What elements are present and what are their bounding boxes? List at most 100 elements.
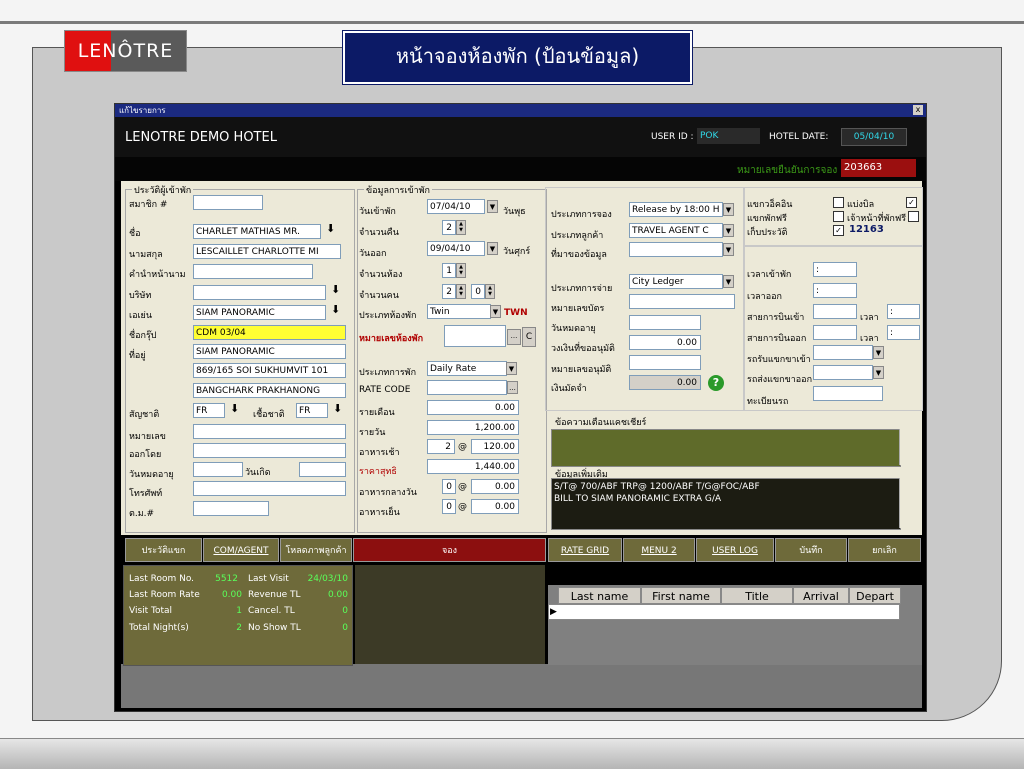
extra-info-textarea[interactable]: S/T@ 700/ABF TRP@ 1200/ABF T/G@FOC/ABF B…: [551, 478, 901, 530]
chevron-down-icon[interactable]: ▼: [723, 243, 734, 256]
rooms-input[interactable]: 1: [442, 263, 456, 278]
ratetype-select[interactable]: Daily Rate: [427, 361, 507, 376]
dropoff-select[interactable]: [813, 365, 873, 380]
chevron-down-icon[interactable]: ▼: [723, 203, 734, 216]
daily-input[interactable]: 1,200.00: [427, 420, 519, 435]
chevron-down-icon[interactable]: ▼: [873, 346, 884, 359]
walkin-checkbox[interactable]: [833, 197, 844, 208]
pickup-select[interactable]: [813, 345, 873, 360]
chevron-down-icon[interactable]: ▼: [873, 366, 884, 379]
plate-input[interactable]: [813, 386, 883, 401]
com-agent-button[interactable]: COM/AGENT: [203, 538, 279, 562]
custtype-select[interactable]: TRAVEL AGENT C: [629, 223, 723, 238]
table-row[interactable]: ▶: [548, 604, 900, 620]
help-icon[interactable]: ?: [708, 375, 724, 391]
arrival-time-input[interactable]: :: [813, 262, 857, 277]
firstname-input[interactable]: CHARLET MATHIAS MR.: [193, 224, 321, 239]
load-photo-button[interactable]: โหลดภาพลูกค้า: [280, 538, 352, 562]
close-icon[interactable]: x: [913, 105, 923, 115]
prefix-input[interactable]: [193, 264, 313, 279]
flight-in-input[interactable]: [813, 304, 857, 319]
source-select[interactable]: [629, 242, 723, 257]
dinner-qty[interactable]: 0: [442, 499, 456, 514]
depart-time-input[interactable]: :: [813, 283, 857, 298]
id-input[interactable]: [193, 424, 346, 439]
arrow-down-icon[interactable]: ⬇: [331, 283, 340, 296]
adults-input[interactable]: 2: [442, 284, 456, 299]
rate-grid-button[interactable]: RATE GRID: [548, 538, 622, 562]
history-checkbox[interactable]: ✓: [833, 225, 844, 236]
approve-input[interactable]: [629, 355, 701, 370]
spinner-icon[interactable]: ▲ ▼: [456, 263, 466, 278]
spinner-icon[interactable]: ▲ ▼: [485, 284, 495, 299]
children-input[interactable]: 0: [471, 284, 485, 299]
chevron-down-icon[interactable]: ▼: [723, 224, 734, 237]
lookup-button[interactable]: ...: [507, 329, 521, 345]
time-out-input[interactable]: :: [887, 325, 920, 340]
chevron-down-icon[interactable]: ▼: [723, 275, 734, 288]
net-input[interactable]: 1,440.00: [427, 459, 519, 474]
c-button[interactable]: C: [522, 327, 536, 347]
expiry-input[interactable]: [193, 462, 243, 477]
arrow-down-icon[interactable]: ⬇: [333, 402, 342, 415]
chevron-down-icon[interactable]: ▼: [487, 242, 498, 255]
arrow-down-icon[interactable]: ⬇: [326, 222, 335, 235]
scrollbar[interactable]: [899, 429, 912, 465]
cancel-button[interactable]: ยกเลิก: [848, 538, 921, 562]
roomno-input[interactable]: [444, 325, 506, 347]
grid-col-lastname[interactable]: Last name: [558, 587, 641, 604]
agent-input[interactable]: SIAM PANORAMIC: [193, 305, 326, 320]
monthly-input[interactable]: 0.00: [427, 400, 519, 415]
user-log-button[interactable]: USER LOG: [696, 538, 774, 562]
dinner-price[interactable]: 0.00: [471, 499, 519, 514]
roomtype-select[interactable]: Twin: [427, 304, 491, 319]
member-input[interactable]: [193, 195, 263, 210]
grid-col-title[interactable]: Title: [721, 587, 793, 604]
staff-checkbox[interactable]: [908, 211, 919, 222]
chevron-down-icon[interactable]: ▼: [506, 362, 517, 375]
group-input[interactable]: CDM 03/04: [193, 325, 346, 340]
nationality-input[interactable]: FR: [193, 403, 225, 418]
cashier-note-textarea[interactable]: [551, 429, 901, 467]
chevron-down-icon[interactable]: ▼: [490, 305, 501, 318]
checkin-input[interactable]: 07/04/10: [427, 199, 485, 214]
limit-input[interactable]: 0.00: [629, 335, 701, 350]
lookup-button[interactable]: ...: [507, 381, 518, 394]
issued-input[interactable]: [193, 443, 346, 458]
grid-col-firstname[interactable]: First name: [641, 587, 721, 604]
taxid-input[interactable]: [193, 501, 269, 516]
lunch-price[interactable]: 0.00: [471, 479, 519, 494]
nights-input[interactable]: 2: [442, 220, 456, 235]
breakfast-price[interactable]: 120.00: [471, 439, 519, 454]
card-input[interactable]: [629, 294, 735, 309]
checkout-input[interactable]: 09/04/10: [427, 241, 485, 256]
card-expire-input[interactable]: [629, 315, 701, 330]
address-line3[interactable]: BANGCHARK PRAKHANONG: [193, 383, 346, 398]
ratecode-input[interactable]: [427, 380, 507, 395]
address-line1[interactable]: SIAM PANORAMIC: [193, 344, 346, 359]
splitbill-checkbox[interactable]: ✓: [906, 197, 917, 208]
book-button[interactable]: จอง: [353, 538, 546, 562]
race-input[interactable]: FR: [296, 403, 328, 418]
booktype-select[interactable]: Release by 18:00 H: [629, 202, 723, 217]
grid-col-arrival[interactable]: Arrival: [793, 587, 849, 604]
comp-checkbox[interactable]: [833, 211, 844, 222]
chevron-down-icon[interactable]: ▼: [487, 200, 498, 213]
lunch-qty[interactable]: 0: [442, 479, 456, 494]
address-line2[interactable]: 869/165 SOI SUKHUMVIT 101: [193, 363, 346, 378]
company-input[interactable]: [193, 285, 326, 300]
grid-col-depart[interactable]: Depart: [849, 587, 901, 604]
spinner-icon[interactable]: ▲ ▼: [456, 284, 466, 299]
guest-history-button[interactable]: ประวัติแขก: [125, 538, 202, 562]
deposit-input[interactable]: 0.00: [629, 375, 701, 390]
arrow-down-icon[interactable]: ⬇: [331, 303, 340, 316]
spinner-icon[interactable]: ▲ ▼: [456, 220, 466, 235]
lastname-input[interactable]: LESCAILLET CHARLOTTE MI: [193, 244, 341, 259]
breakfast-qty[interactable]: 2: [427, 439, 455, 454]
arrow-down-icon[interactable]: ⬇: [230, 402, 239, 415]
phone-input[interactable]: [193, 481, 346, 496]
paytype-select[interactable]: City Ledger: [629, 274, 723, 289]
menu2-button[interactable]: MENU 2: [623, 538, 695, 562]
save-button[interactable]: บันทึก: [775, 538, 847, 562]
scrollbar[interactable]: [899, 478, 912, 528]
